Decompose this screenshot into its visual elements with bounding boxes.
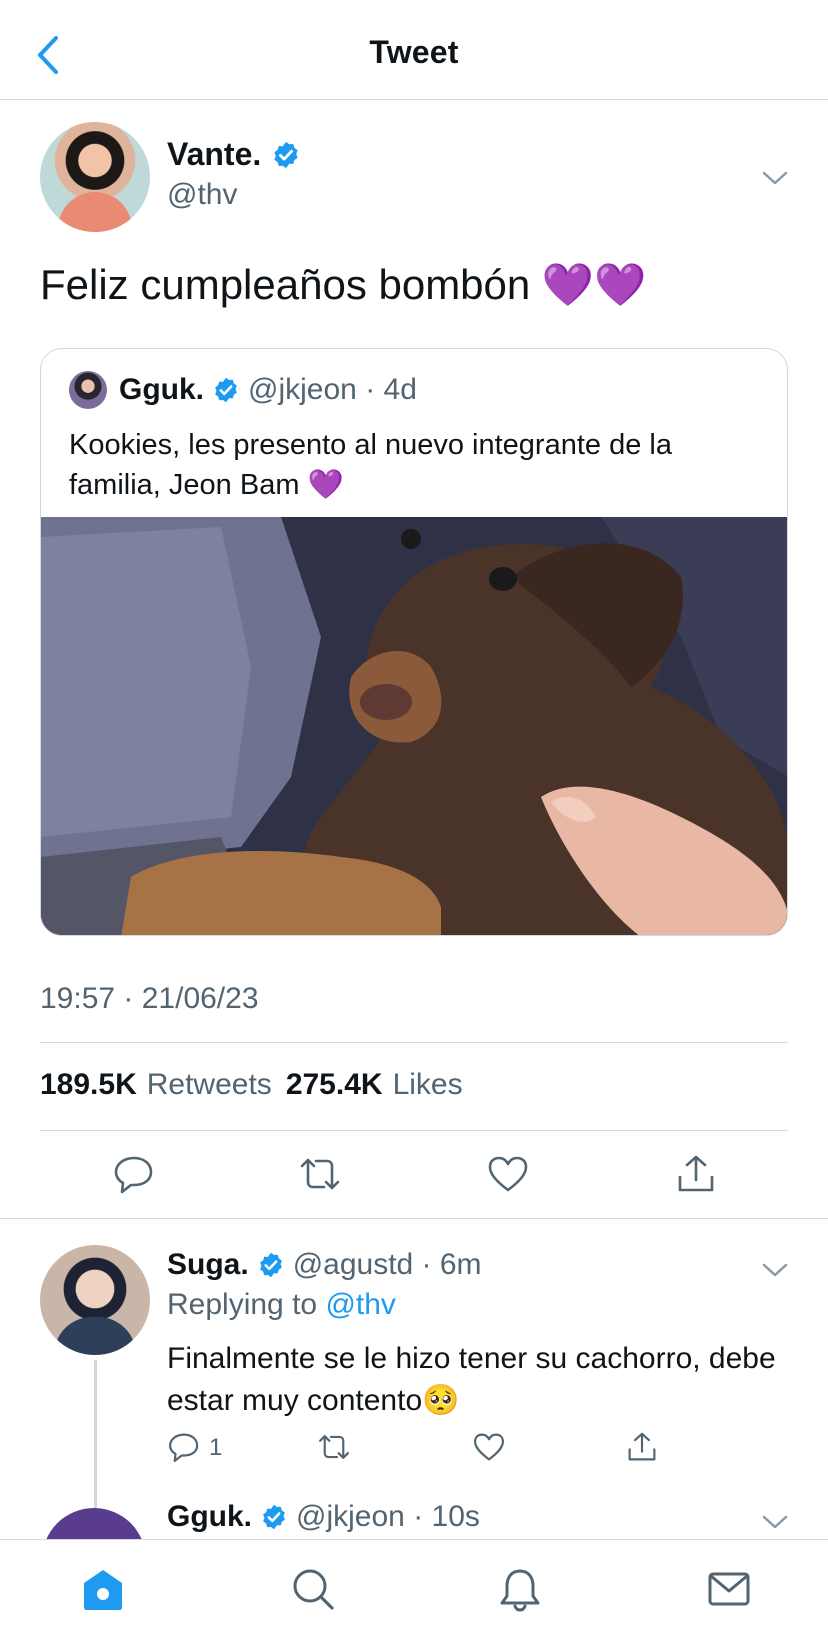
reply-author-row: Suga. @agustd · 6m	[167, 1248, 482, 1282]
like-heart-icon[interactable]	[472, 1430, 506, 1464]
page-title: Tweet	[369, 34, 459, 70]
tweet-text: Feliz cumpleaños bombón 💜💜	[40, 261, 647, 308]
like-heart-icon[interactable]	[486, 1152, 530, 1196]
notifications-bell-icon[interactable]	[497, 1566, 543, 1612]
quoted-author-name: Gguk.	[119, 373, 205, 406]
author-handle[interactable]: @thv	[167, 178, 237, 212]
puppy-photo[interactable]	[41, 517, 788, 936]
share-icon[interactable]	[625, 1430, 659, 1464]
retweets-stat[interactable]: 189.5K Retweets	[40, 1068, 272, 1102]
reply-author-name[interactable]: Suga.	[167, 1248, 249, 1282]
more-options-chevron-down-icon[interactable]	[760, 168, 790, 188]
verified-badge-icon	[274, 141, 298, 168]
more-options-chevron-down-icon[interactable]	[760, 1260, 790, 1280]
engagement-stats: 189.5K Retweets 275.4K Likes	[40, 1068, 463, 1102]
reply-handle-time: @agustd · 6m	[292, 1248, 482, 1281]
quoted-tweet-text: Kookies, les presento al nuevo integrant…	[69, 429, 672, 501]
verified-badge-icon	[215, 377, 237, 403]
reply-text: Finalmente se le hizo tener su cachorro,…	[167, 1342, 776, 1417]
author-avatar[interactable]	[40, 122, 150, 232]
search-icon[interactable]	[290, 1566, 336, 1612]
author-name[interactable]: Vante.	[167, 136, 261, 173]
quoted-tweet-card[interactable]: Gguk. @jkjeon · 4d Kookies, les presento…	[40, 348, 788, 936]
quoted-author-avatar	[69, 371, 107, 409]
divider	[40, 1042, 788, 1043]
replying-to-label: Replying to	[167, 1288, 326, 1321]
quoted-author-row: Gguk. @jkjeon · 4d	[119, 373, 417, 407]
reply-actions: 1	[167, 1430, 767, 1470]
retweet-icon[interactable]	[298, 1152, 342, 1196]
likes-label: Likes	[392, 1068, 463, 1101]
home-icon[interactable]	[80, 1566, 126, 1612]
reply-comment-icon[interactable]	[112, 1152, 156, 1196]
verified-badge-icon	[259, 1252, 282, 1278]
verified-badge-icon	[263, 1504, 285, 1530]
reply-count: 1	[209, 1434, 223, 1461]
share-icon[interactable]	[674, 1152, 718, 1196]
divider	[40, 1130, 788, 1131]
likes-stat[interactable]: 275.4K Likes	[286, 1068, 463, 1102]
bottom-tab-bar	[0, 1539, 828, 1639]
next-reply-author-row: Gguk. @jkjeon · 10s	[167, 1500, 480, 1534]
replying-to-line: Replying to @thv	[167, 1288, 396, 1322]
retweets-label: Retweets	[146, 1068, 272, 1101]
more-options-chevron-down-icon[interactable]	[760, 1512, 790, 1532]
next-reply-author-name[interactable]: Gguk.	[167, 1500, 252, 1534]
retweets-count: 189.5K	[40, 1068, 137, 1101]
tweet-actions	[0, 1152, 828, 1222]
tweet-timestamp: 19:57 · 21/06/23	[40, 982, 259, 1015]
divider	[0, 1218, 828, 1219]
top-nav-bar: Tweet	[0, 0, 828, 100]
author-name-row: Vante.	[167, 136, 301, 173]
quoted-handle-time: @jkjeon · 4d	[248, 373, 417, 406]
next-reply-handle-time: @jkjeon · 10s	[296, 1500, 480, 1533]
messages-mail-icon[interactable]	[706, 1566, 752, 1612]
thread-connector-line	[94, 1360, 97, 1510]
reply-author-avatar[interactable]	[40, 1245, 150, 1355]
retweet-icon[interactable]	[317, 1430, 351, 1464]
replying-to-mention[interactable]: @thv	[325, 1288, 395, 1321]
reply-comment-icon[interactable]	[167, 1430, 201, 1464]
likes-count: 275.4K	[285, 1068, 383, 1101]
